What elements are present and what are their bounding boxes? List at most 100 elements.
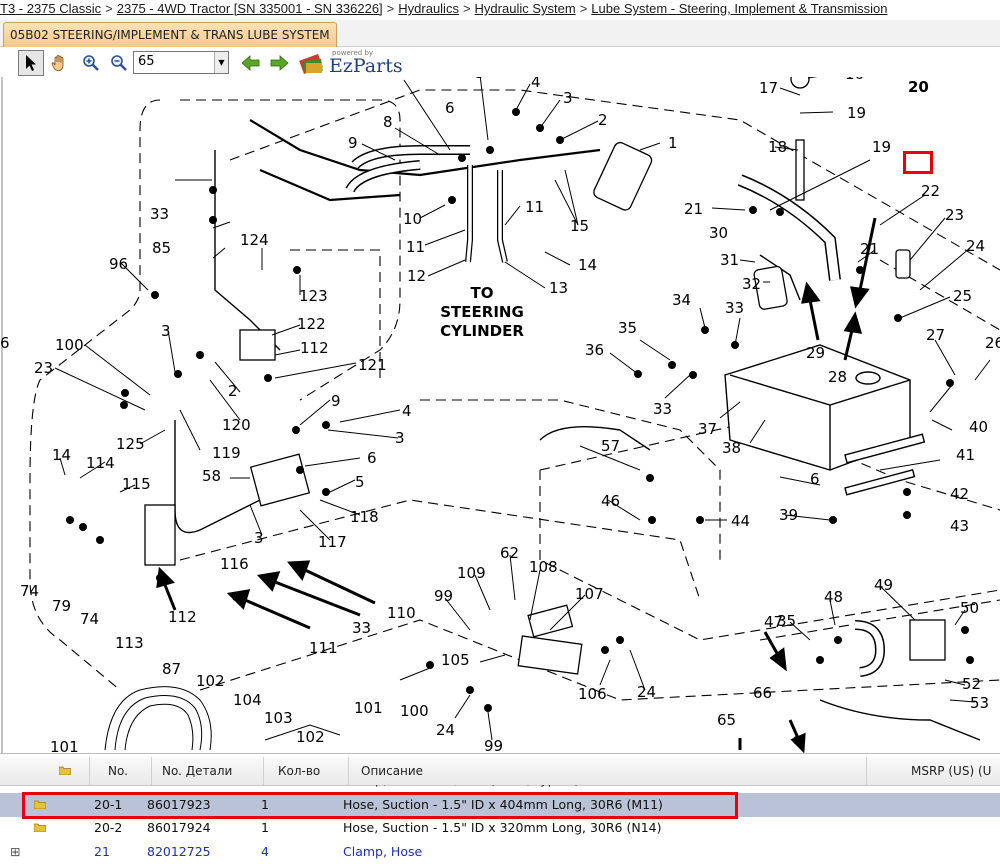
callout-107[interactable]: 107 xyxy=(575,585,604,603)
callout-3d[interactable]: 3 xyxy=(254,529,264,547)
breadcrumb-item-model[interactable]: T3 - 2375 Classic xyxy=(0,1,101,16)
callout-14b[interactable]: 14 xyxy=(52,446,71,464)
callout-10[interactable]: 10 xyxy=(403,210,422,228)
callout-116[interactable]: 116 xyxy=(220,555,249,573)
callout-33b[interactable]: 33 xyxy=(653,400,672,418)
callout-6b[interactable]: 6 xyxy=(367,449,377,467)
callout-6[interactable]: 6 xyxy=(445,99,455,117)
cell-part[interactable]: 82012725 xyxy=(141,840,211,864)
callout-2b[interactable]: 2 xyxy=(228,382,238,400)
callout-37[interactable]: 37 xyxy=(698,420,717,438)
cell-qty[interactable]: 4 xyxy=(255,840,269,864)
cell-desc[interactable]: Clamp, Hose xyxy=(337,840,422,864)
callout-14[interactable]: 14 xyxy=(578,256,597,274)
callout-30[interactable]: 30 xyxy=(709,224,728,242)
exploded-view-svg[interactable]: TO STEERING CYLINDER 1 2 3 4 5 6 7 8 9 1… xyxy=(0,77,1000,753)
callout-28[interactable]: 28 xyxy=(828,368,847,386)
callout-34[interactable]: 34 xyxy=(672,291,691,309)
callout-85[interactable]: 85 xyxy=(152,239,171,257)
callout-112b[interactable]: 112 xyxy=(300,339,329,357)
callout-103[interactable]: 103 xyxy=(264,709,293,727)
callout-17[interactable]: 17 xyxy=(759,79,778,97)
callout-44[interactable]: 44 xyxy=(731,512,750,530)
callout-23b[interactable]: 23 xyxy=(34,359,53,377)
callout-8[interactable]: 8 xyxy=(383,113,393,131)
header-msrp[interactable]: MSRP (US) (U xyxy=(867,757,1000,785)
callout-100b[interactable]: 100 xyxy=(400,702,429,720)
callout-33c[interactable]: 33 xyxy=(150,205,169,223)
callout-109[interactable]: 109 xyxy=(457,564,486,582)
callout-41[interactable]: 41 xyxy=(956,446,975,464)
callout-25[interactable]: 25 xyxy=(953,287,972,305)
callout-65[interactable]: 65 xyxy=(717,711,736,729)
callout-79[interactable]: 79 xyxy=(52,597,71,615)
callout-99[interactable]: 99 xyxy=(434,587,453,605)
callout-9b[interactable]: 9 xyxy=(331,392,341,410)
callout-121[interactable]: 121 xyxy=(358,356,387,374)
callout-27[interactable]: 27 xyxy=(926,326,945,344)
callout-36[interactable]: 36 xyxy=(585,341,604,359)
callout-112[interactable]: 112 xyxy=(168,608,197,626)
callout-57[interactable]: 57 xyxy=(601,437,620,455)
previous-button[interactable] xyxy=(238,50,264,76)
callout-58[interactable]: 58 xyxy=(202,467,221,485)
cell-no[interactable]: 21 xyxy=(88,840,110,864)
callout-123[interactable]: 123 xyxy=(299,287,328,305)
callout-104[interactable]: 104 xyxy=(233,691,262,709)
callout-120[interactable]: 120 xyxy=(222,416,251,434)
callout-21[interactable]: 21 xyxy=(684,200,703,218)
callout-4[interactable]: 4 xyxy=(531,77,541,91)
callout-52[interactable]: 52 xyxy=(962,675,981,693)
callout-106[interactable]: 106 xyxy=(578,685,607,703)
callout-33d[interactable]: 33 xyxy=(352,619,371,637)
table-row[interactable]: 20-2 86017924 1 Hose, Suction - 1.5" ID … xyxy=(0,816,1000,840)
callout-39[interactable]: 39 xyxy=(779,506,798,524)
callout-74b[interactable]: 74 xyxy=(80,610,99,628)
callout-115[interactable]: 115 xyxy=(122,475,151,493)
callout-5b[interactable]: 5 xyxy=(355,473,365,491)
parts-diagram[interactable]: TO STEERING CYLINDER 1 2 3 4 5 6 7 8 9 1… xyxy=(0,77,1000,753)
callout-1[interactable]: 1 xyxy=(668,134,678,152)
callout-23[interactable]: 23 xyxy=(945,206,964,224)
callout-5[interactable]: 5 xyxy=(475,77,485,82)
callout-15[interactable]: 15 xyxy=(570,217,589,235)
breadcrumb-item-tractor[interactable]: 2375 - 4WD Tractor [SN 335001 - SN 33622… xyxy=(117,1,383,16)
callout-18[interactable]: 18 xyxy=(768,138,787,156)
pointer-tool-button[interactable] xyxy=(18,50,44,76)
callout-99b[interactable]: 99 xyxy=(484,737,503,753)
callout-40[interactable]: 40 xyxy=(969,418,988,436)
callout-11[interactable]: 11 xyxy=(406,238,425,256)
callout-12[interactable]: 12 xyxy=(407,267,426,285)
callout-101b[interactable]: 101 xyxy=(50,738,79,753)
callout-124[interactable]: 124 xyxy=(240,231,269,249)
table-row[interactable]: ⊞ 21 82012725 4 Clamp, Hose xyxy=(0,840,1000,864)
breadcrumb-item-lube-system[interactable]: Lube System - Steering, Implement & Tran… xyxy=(591,1,887,16)
callout-3c[interactable]: 3 xyxy=(395,429,405,447)
pan-tool-button[interactable] xyxy=(46,50,72,76)
callout-110[interactable]: 110 xyxy=(387,604,416,622)
callout-119[interactable]: 119 xyxy=(212,444,241,462)
callout-4b[interactable]: 4 xyxy=(402,402,412,420)
callout-38[interactable]: 38 xyxy=(722,439,741,457)
callout-49[interactable]: 49 xyxy=(874,576,893,594)
zoom-in-button[interactable] xyxy=(78,50,104,76)
callout-47[interactable]: 47 xyxy=(764,613,783,631)
callout-102[interactable]: 102 xyxy=(196,672,225,690)
breadcrumb-item-hydraulic-system[interactable]: Hydraulic System xyxy=(475,1,576,16)
callout-102b[interactable]: 102 xyxy=(296,728,325,746)
callout-66[interactable]: 66 xyxy=(753,684,772,702)
callout-111[interactable]: 111 xyxy=(309,639,338,657)
callout-48[interactable]: 48 xyxy=(824,588,843,606)
callout-24c[interactable]: 24 xyxy=(637,683,656,701)
tab-diagram[interactable]: 05B02 STEERING/IMPLEMENT & TRANS LUBE SY… xyxy=(3,22,337,47)
header-quantity[interactable]: Кол-во xyxy=(264,757,349,785)
callout-19[interactable]: 19 xyxy=(847,104,866,122)
callout-101[interactable]: 101 xyxy=(354,699,383,717)
callout-21b[interactable]: 21 xyxy=(860,240,879,258)
callout-24b[interactable]: 24 xyxy=(436,721,455,739)
callout-13[interactable]: 13 xyxy=(549,279,568,297)
callout-74[interactable]: 74 xyxy=(20,582,39,600)
callout-32[interactable]: 32 xyxy=(742,275,761,293)
callout-122[interactable]: 122 xyxy=(297,315,326,333)
callout-6d[interactable]: 6 xyxy=(0,334,10,352)
